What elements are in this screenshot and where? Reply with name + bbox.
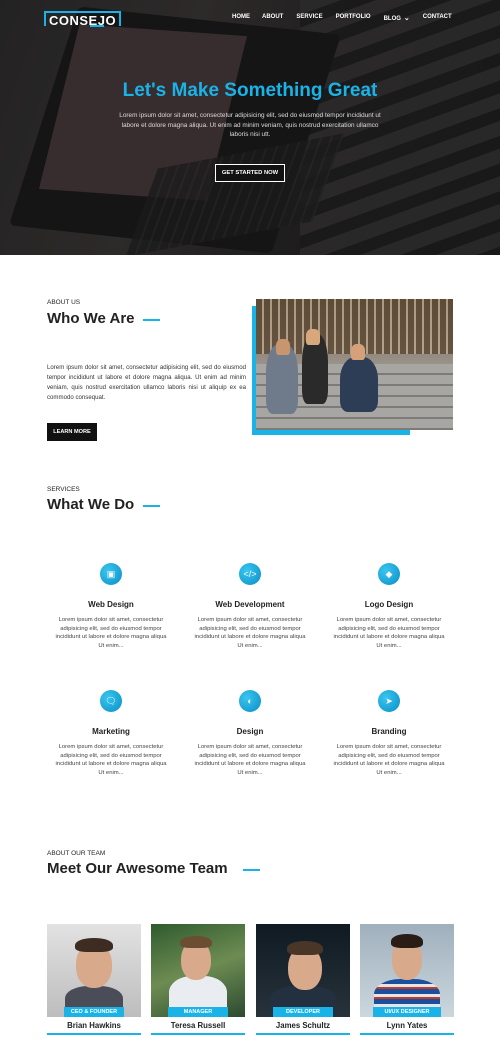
- get-started-button[interactable]: GET STARTED NOW: [215, 164, 285, 182]
- about-eyebrow: ABOUT US: [47, 299, 81, 306]
- role-badge: CEO & FOUNDER: [64, 1007, 124, 1017]
- logo-accent: [90, 25, 104, 27]
- nav-blog[interactable]: BLOG ⌄: [384, 14, 410, 22]
- team-member-name: Teresa Russell: [170, 1021, 226, 1030]
- team-card-bar: [360, 1033, 454, 1035]
- person-1-head: [276, 339, 290, 355]
- team-title-line: [243, 869, 260, 871]
- team-title: Meet Our Awesome Team: [47, 860, 228, 877]
- about-team-photo: [256, 299, 453, 430]
- nav-contact[interactable]: CONTACT: [423, 14, 452, 22]
- team-card-bar: [256, 1033, 350, 1035]
- nav-home[interactable]: HOME: [232, 14, 250, 22]
- service-text-branding: Lorem ipsum dolor sit amet, consectetur …: [333, 744, 445, 777]
- service-text-marketing: Lorem ipsum dolor sit amet, consectetur …: [55, 744, 167, 777]
- service-text-web-design: Lorem ipsum dolor sit amet, consectetur …: [55, 617, 167, 650]
- role-badge: DEVELOPER: [273, 1007, 333, 1017]
- diamond-icon: ◆: [378, 563, 400, 585]
- service-text-web-development: Lorem ipsum dolor sit amet, consectetur …: [194, 617, 306, 650]
- site-logo[interactable]: CONSEJO: [44, 11, 122, 28]
- team-card-bar: [151, 1033, 245, 1035]
- team-card-lynn-yates[interactable]: UI/UX DESIGNER Lynn Yates: [360, 924, 454, 1035]
- team-photo-hair: [180, 936, 212, 948]
- service-title-design: Design: [236, 727, 264, 736]
- services-title: What We Do: [47, 496, 135, 513]
- team-eyebrow: ABOUT OUR TEAM: [47, 850, 106, 857]
- service-title-web-design: Web Design: [88, 600, 134, 609]
- person-2-head: [306, 329, 320, 345]
- team-card-james-schultz[interactable]: DEVELOPER James Schultz: [256, 924, 350, 1035]
- nav-service[interactable]: SERVICE: [296, 14, 322, 22]
- team-member-name: Brian Hawkins: [67, 1021, 121, 1030]
- nav-blog-label: BLOG: [383, 16, 401, 22]
- team-photo-hair: [287, 941, 323, 955]
- service-title-marketing: Marketing: [92, 727, 130, 736]
- main-nav: HOME ABOUT SERVICE PORTFOLIO BLOG ⌄ CONTA…: [232, 14, 452, 22]
- team-member-name: James Schultz: [275, 1021, 331, 1030]
- code-icon: </>: [239, 563, 261, 585]
- palette-icon: ◐: [239, 690, 261, 712]
- chat-bubbles-icon: 🗨: [100, 690, 122, 712]
- nav-portfolio[interactable]: PORTFOLIO: [336, 14, 371, 22]
- services-title-line: [143, 505, 160, 507]
- rocket-icon: ➤: [378, 690, 400, 712]
- role-badge: MANAGER: [168, 1007, 228, 1017]
- team-card-bar: [47, 1033, 141, 1035]
- person-3-head: [351, 344, 365, 360]
- team-photo-hair: [75, 938, 113, 952]
- person-3: [340, 357, 378, 412]
- team-photo-hair: [391, 934, 423, 948]
- about-text: Lorem ipsum dolor sit amet, consectetur …: [47, 364, 246, 401]
- service-text-design: Lorem ipsum dolor sit amet, consectetur …: [194, 744, 306, 777]
- service-title-web-development: Web Development: [215, 600, 285, 609]
- team-card-brian-hawkins[interactable]: CEO & FOUNDER Brian Hawkins: [47, 924, 141, 1035]
- learn-more-button[interactable]: LEARN MORE: [47, 423, 97, 441]
- service-text-logo-design: Lorem ipsum dolor sit amet, consectetur …: [333, 617, 445, 650]
- role-badge: UI/UX DESIGNER: [373, 1007, 441, 1017]
- chevron-down-icon: ⌄: [403, 15, 410, 22]
- about-title-line: [143, 319, 160, 321]
- team-member-name: Lynn Yates: [386, 1021, 428, 1030]
- hero-text: Lorem ipsum dolor sit amet, consectetur …: [119, 112, 381, 139]
- hero-section: CONSEJO HOME ABOUT SERVICE PORTFOLIO BLO…: [0, 0, 500, 255]
- service-title-logo-design: Logo Design: [364, 600, 414, 609]
- about-title: Who We Are: [47, 310, 135, 327]
- service-title-branding: Branding: [371, 727, 407, 736]
- services-eyebrow: SERVICES: [47, 486, 80, 493]
- monitor-icon: ▣: [100, 563, 122, 585]
- hero-title: Let's Make Something Great: [122, 80, 378, 101]
- nav-about[interactable]: ABOUT: [262, 14, 283, 22]
- team-card-teresa-russell[interactable]: MANAGER Teresa Russell: [151, 924, 245, 1035]
